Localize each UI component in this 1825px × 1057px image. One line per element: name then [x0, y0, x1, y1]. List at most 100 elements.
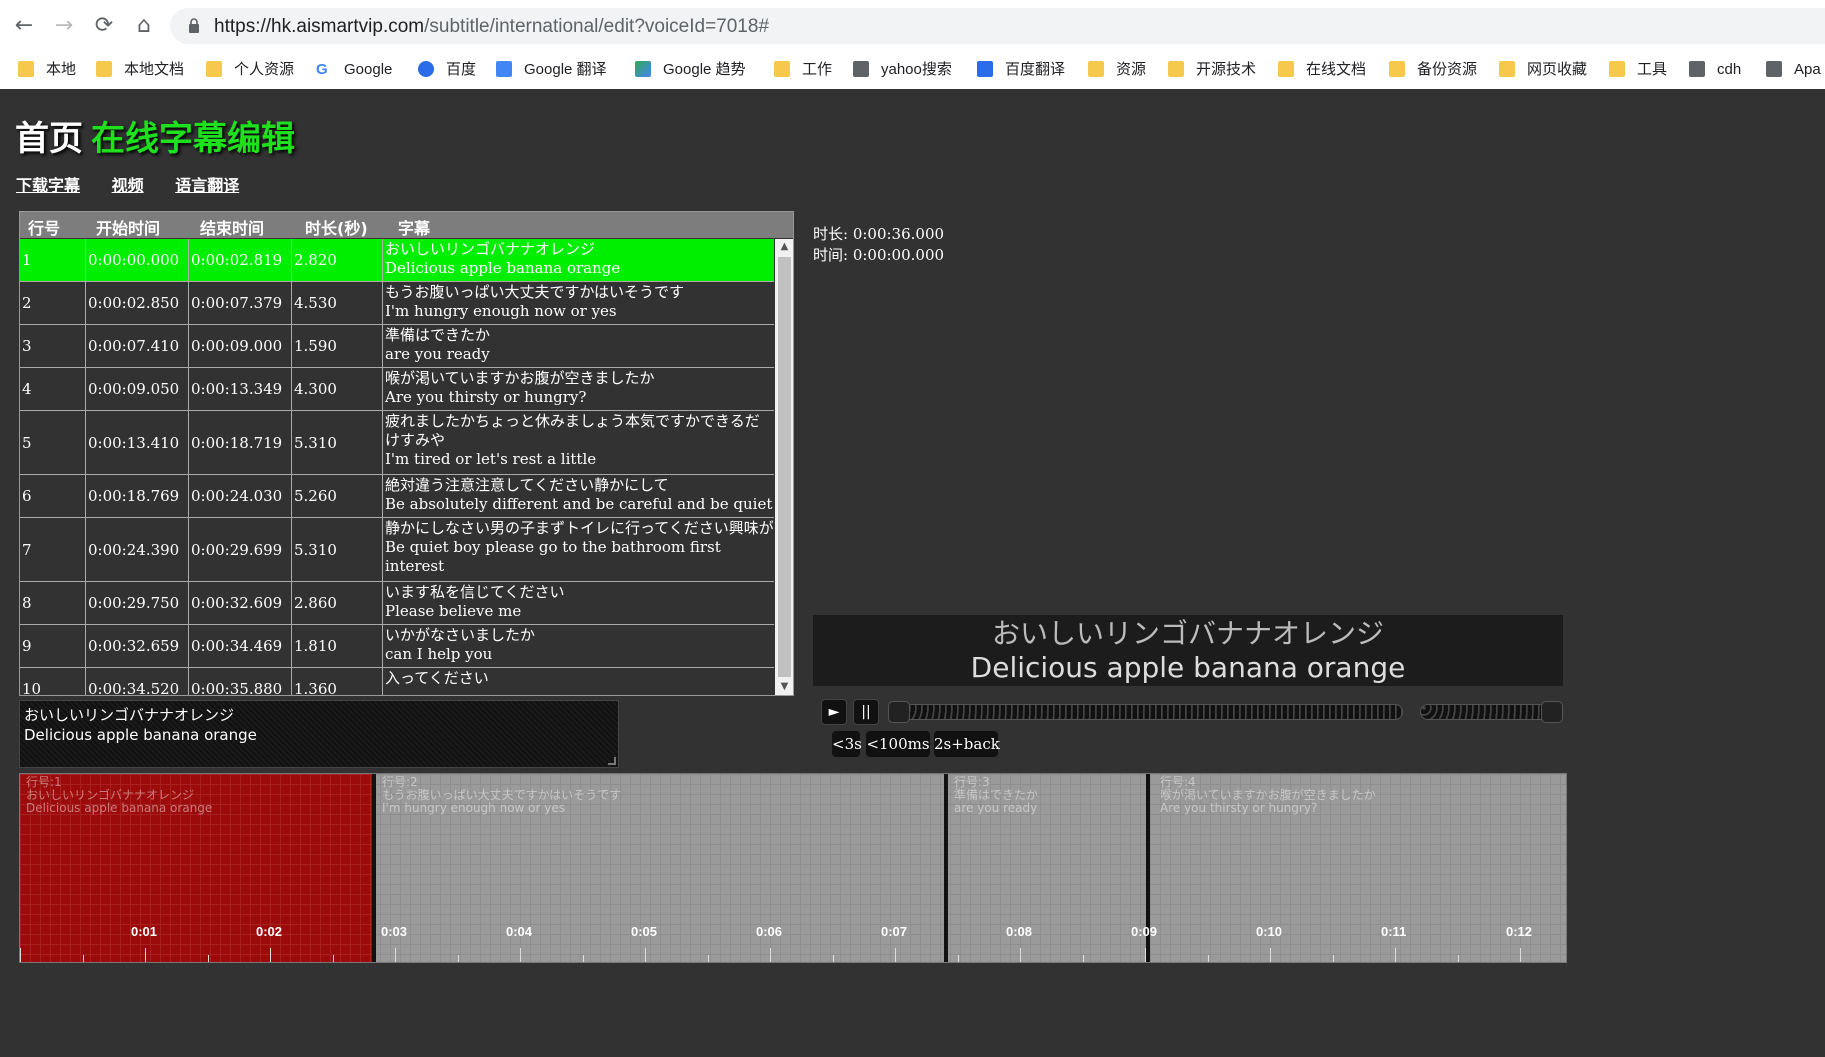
table-row[interactable]: 9 0:00:32.659 0:00:34.469 1.810 いかがなさいましたか ca…: [20, 625, 774, 668]
cell-subtitle: 喉が渇いていますかお腹が空きましたか Are you thirsty or hun…: [383, 368, 774, 407]
pause-button[interactable]: ||: [853, 699, 879, 725]
cell-start: 0:00:34.520: [86, 668, 189, 695]
table-header: 行号 开始时间 结束时间 时长(秒) 字幕: [20, 212, 793, 238]
url-host: https://hk.aismartvip.com: [214, 16, 425, 37]
timeline-segment[interactable]: 行号:1 おいしいリンゴバナナオレンジ Delicious apple banana…: [20, 774, 376, 962]
table-scrollbar[interactable]: ▲ ▼: [775, 239, 793, 695]
bookmark-item[interactable]: 本地: [18, 58, 76, 82]
scrollbar-thumb[interactable]: [778, 257, 791, 677]
play-button[interactable]: ►: [821, 699, 847, 725]
bookmark-label: Google: [344, 61, 393, 78]
bookmark-item[interactable]: 个人资源: [206, 58, 294, 82]
waveform-timeline[interactable]: 行号:1 おいしいリンゴバナナオレンジ Delicious apple banana…: [19, 773, 1567, 963]
cell-no: 9: [20, 625, 86, 667]
table-row[interactable]: 1 0:00:00.000 0:00:02.819 2.820 おいしいリンゴバナナオレ…: [20, 239, 774, 282]
folder-icon: [206, 61, 222, 77]
home-icon[interactable]: ⌂: [130, 12, 158, 40]
address-bar[interactable]: https://hk.aismartvip.com/subtitle/inter…: [170, 8, 1825, 44]
cell-dur: 2.820: [292, 239, 383, 281]
cell-subtitle: 絶対違う注意注意してください静かにして Be absolutely differe…: [383, 475, 774, 514]
back-icon[interactable]: ←: [10, 12, 38, 40]
cell-no: 7: [20, 518, 86, 581]
bookmark-item[interactable]: 工具: [1609, 58, 1667, 82]
table-row[interactable]: 6 0:00:18.769 0:00:24.030 5.260 絶対違う注意注意してくだ…: [20, 475, 774, 518]
timeline-tick-label: 0:01: [131, 924, 158, 939]
timeline-tick: [832, 955, 834, 962]
bookmark-item[interactable]: 备份资源: [1389, 58, 1477, 82]
home-link[interactable]: 首页: [15, 119, 83, 159]
cell-subtitle: 入ってください: [383, 668, 774, 688]
subtitle-jp: いかがなさいましたか: [385, 626, 536, 644]
volume-slider[interactable]: [1420, 701, 1563, 723]
table-row[interactable]: 4 0:00:09.050 0:00:13.349 4.300 喉が渇いていますかお腹が…: [20, 368, 774, 411]
scroll-up-icon[interactable]: ▲: [775, 239, 793, 255]
bookmark-label: cdh: [1717, 61, 1742, 78]
bookmark-item[interactable]: Google 趋势: [635, 58, 746, 82]
bookmark-item[interactable]: G Google: [316, 58, 392, 82]
segment-label: 行号:1 おいしいリンゴバナナオレンジ Delicious apple banana…: [26, 776, 212, 815]
timeline-tick: [645, 948, 646, 962]
folder-icon: [18, 61, 34, 77]
timeline-tick: [145, 948, 146, 962]
back-3s-button[interactable]: <3s: [832, 731, 862, 757]
bookmark-label: 百度翻译: [1005, 61, 1066, 78]
cell-start: 0:00:09.050: [86, 368, 189, 410]
table-row[interactable]: 5 0:00:13.410 0:00:18.719 5.310 疲れましたかちょっと休み…: [20, 411, 774, 475]
cell-start: 0:00:13.410: [86, 411, 189, 474]
timeline-tick: [707, 955, 709, 962]
subtitle-jp: もうお腹いっぱい大丈夫ですかはいそうです: [385, 283, 684, 301]
table-row[interactable]: 10 0:00:34.520 0:00:35.880 1.360 入ってください: [20, 668, 774, 695]
bookmark-item[interactable]: 工作: [774, 58, 832, 82]
timeline-tick-label: 0:09: [1131, 924, 1158, 939]
bookmark-item[interactable]: 本地文档: [96, 58, 184, 82]
segment-en: Are you thirsty or hungry?: [1160, 801, 1318, 815]
table-row[interactable]: 2 0:00:02.850 0:00:07.379 4.530 もうお腹いっぱい大丈夫で…: [20, 282, 774, 325]
cell-subtitle: いかがなさいましたか can I help you: [383, 625, 774, 664]
forward-icon[interactable]: →: [50, 12, 78, 40]
subtitle-en: Be quiet boy please go to the bathroom f…: [385, 538, 721, 575]
bookmark-item[interactable]: Apa: [1766, 58, 1821, 82]
progress-slider[interactable]: [888, 701, 1403, 723]
scroll-down-icon[interactable]: ▼: [775, 679, 793, 695]
back-100ms-button[interactable]: <100ms: [866, 731, 930, 757]
volume-knob[interactable]: [1541, 701, 1563, 723]
reload-icon[interactable]: ⟳: [90, 12, 118, 40]
timeline-tick-label: 0:04: [506, 924, 533, 939]
bookmark-label: 在线文档: [1306, 61, 1367, 78]
folder-icon: [1389, 61, 1405, 77]
progress-knob[interactable]: [888, 701, 910, 723]
timeline-tick-label: 0:10: [1256, 924, 1283, 939]
bookmark-item[interactable]: cdh: [1689, 58, 1741, 82]
cell-end: 0:00:09.000: [189, 325, 292, 367]
bookmark-item[interactable]: 网页收藏: [1499, 58, 1587, 82]
timeline-tick: [895, 948, 896, 962]
bookmark-item[interactable]: 百度翻译: [977, 58, 1065, 82]
bookmark-item[interactable]: 资源: [1088, 58, 1146, 82]
cell-dur: 5.310: [292, 518, 383, 581]
timeline-tick: [20, 948, 21, 962]
bookmark-item[interactable]: 百度: [418, 58, 476, 82]
download-subtitle-link[interactable]: 下载字幕: [16, 176, 80, 195]
subtitle-edit-textarea[interactable]: おいしいリンゴバナナオレンジ Delicious apple banana or…: [19, 700, 619, 768]
segment-en: are you ready: [954, 801, 1038, 815]
bookmark-item[interactable]: yahoo搜索: [853, 58, 952, 82]
bookmark-label: 备份资源: [1417, 61, 1478, 78]
cell-subtitle: 疲れましたかちょっと休みましょう本気ですかできるだけすみや I'm tired o…: [383, 411, 774, 469]
subtitle-jp: 入ってください: [385, 669, 489, 687]
cell-end: 0:00:29.699: [189, 518, 292, 581]
table-row[interactable]: 7 0:00:24.390 0:00:29.699 5.310 静かにしなさい男の子まず…: [20, 518, 774, 582]
timeline-segment[interactable]: 行号:2 もうお腹いっぱい大丈夫ですかはいそうです I'm hungry enoug…: [376, 774, 948, 962]
forward-2s-back-button[interactable]: 2s+back: [934, 731, 1000, 757]
bookmark-item[interactable]: 开源技术: [1168, 58, 1256, 82]
table-row[interactable]: 3 0:00:07.410 0:00:09.000 1.590 準備はできたか are y…: [20, 325, 774, 368]
subtitle-en: can I help you: [385, 645, 493, 663]
timeline-tick: [270, 948, 271, 962]
table-row[interactable]: 8 0:00:29.750 0:00:32.609 2.860 います私を信じてください…: [20, 582, 774, 625]
bookmark-item[interactable]: Google 翻译: [496, 58, 607, 82]
bookmark-label: Apa: [1794, 61, 1821, 78]
translate-link[interactable]: 语言翻译: [175, 176, 239, 195]
timeline-segment[interactable]: 行号:3 準備はできたか are you ready: [948, 774, 1150, 962]
resize-handle-icon[interactable]: [608, 757, 616, 765]
video-link[interactable]: 视频: [112, 176, 144, 195]
bookmark-item[interactable]: 在线文档: [1278, 58, 1366, 82]
